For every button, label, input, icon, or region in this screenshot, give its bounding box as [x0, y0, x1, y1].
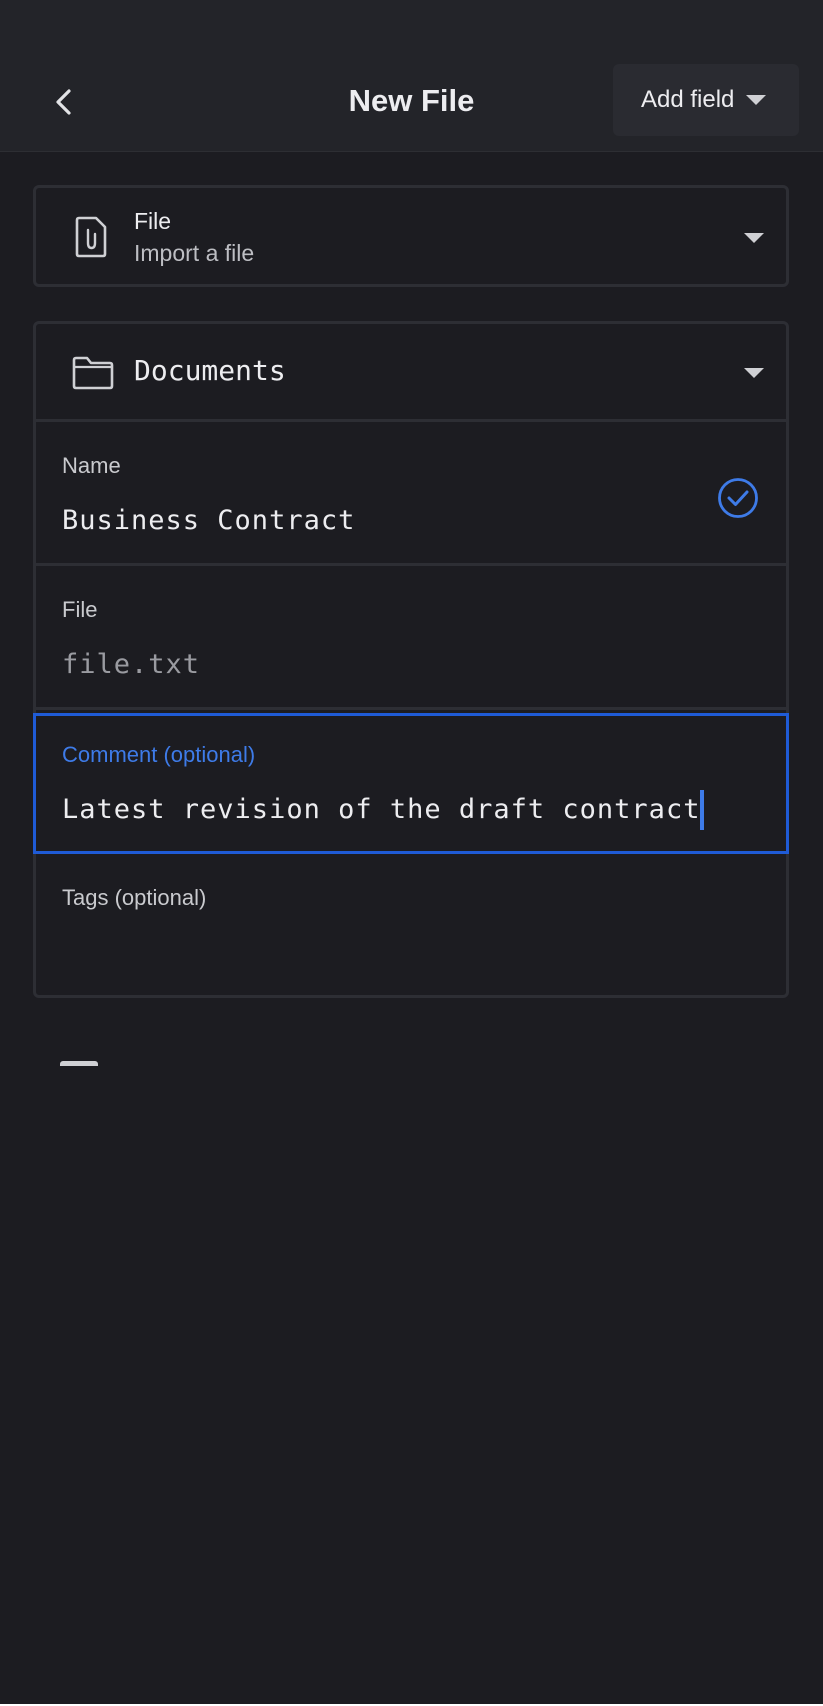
app-bar: New File Add field — [0, 50, 823, 152]
folder-selector[interactable]: Documents — [36, 324, 786, 422]
text-cursor — [700, 790, 704, 830]
item-type-selector[interactable]: File Import a file — [33, 185, 789, 287]
comment-field-value[interactable]: Latest revision of the draft contract — [62, 794, 700, 825]
back-button[interactable] — [36, 74, 92, 130]
add-field-label: Add field — [641, 86, 735, 113]
comment-field[interactable]: Comment (optional) Latest revision of th… — [33, 713, 789, 854]
tags-field[interactable]: Tags (optional) — [36, 857, 786, 998]
tags-field-label: Tags (optional) — [62, 885, 207, 910]
check-circle-icon — [718, 478, 758, 518]
item-type-title: File — [134, 208, 172, 234]
folder-icon — [72, 356, 114, 390]
file-field-label: File — [62, 597, 98, 622]
item-type-subtitle: Import a file — [134, 240, 255, 266]
chevron-down-icon — [746, 95, 767, 105]
file-field-placeholder[interactable]: file.txt — [62, 649, 200, 680]
partial-icon — [60, 1061, 98, 1066]
chevron-down-icon — [744, 233, 764, 243]
add-field-button[interactable]: Add field — [613, 64, 799, 136]
item-form: Documents Name Business Contract File fi… — [33, 321, 789, 998]
name-field[interactable]: Name Business Contract — [36, 425, 786, 566]
comment-field-label: Comment (optional) — [62, 742, 256, 767]
name-field-value[interactable]: Business Contract — [62, 505, 355, 536]
file-attachment-icon — [75, 216, 107, 258]
file-field[interactable]: File file.txt — [36, 569, 786, 710]
chevron-down-icon — [744, 368, 764, 378]
name-field-label: Name — [62, 453, 121, 478]
status-bar — [0, 0, 823, 50]
chevron-left-icon — [56, 89, 71, 115]
folder-label: Documents — [134, 354, 286, 387]
